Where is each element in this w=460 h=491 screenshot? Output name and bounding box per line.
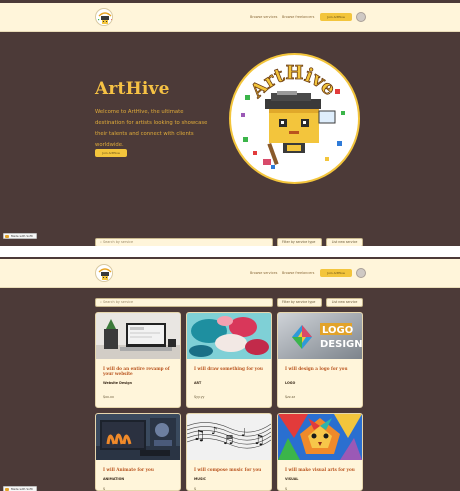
service-type-filter[interactable]: Filter by service type xyxy=(277,298,322,307)
service-card[interactable]: ♫ ♪ ♬ ♩ ♫ I will compose music for you M… xyxy=(186,413,272,491)
svg-text:♬: ♬ xyxy=(223,433,234,447)
nav-link-services[interactable]: Browse services xyxy=(250,271,277,275)
service-card[interactable]: I will do an entire revamp of your websi… xyxy=(95,312,181,408)
service-image: LOGO DESIGN xyxy=(278,313,362,359)
service-type-filter[interactable]: Filter by service type xyxy=(277,238,322,246)
service-category: ART xyxy=(194,381,202,385)
search-placeholder: Search by service xyxy=(102,300,134,304)
service-price: $yy.yy xyxy=(194,395,205,399)
service-title: I will make visual arts for you xyxy=(285,467,355,472)
arthive-logo[interactable] xyxy=(95,8,113,26)
arthive-logo[interactable] xyxy=(95,264,113,282)
service-card[interactable]: LOGO DESIGN I will design a logo for you… xyxy=(277,312,363,408)
join-arthive-button[interactable]: Join ArtHive xyxy=(320,269,352,277)
service-category: MUSIC xyxy=(194,477,206,481)
service-category: ANIMATION xyxy=(103,477,125,481)
search-input[interactable]: ⌕ Search by service xyxy=(95,298,273,307)
services-list-screen: Browse services Browse freelancers Join … xyxy=(0,257,460,491)
service-category: LOGO xyxy=(285,381,296,385)
svg-text:LOGO: LOGO xyxy=(322,325,353,336)
svg-text:♩: ♩ xyxy=(241,426,246,439)
join-arthive-button[interactable]: Join ArtHive xyxy=(320,13,352,21)
filter-bar: ⌕ Search by service Filter by service ty… xyxy=(95,298,363,307)
top-navbar: Browse services Browse freelancers Join … xyxy=(0,259,460,288)
svg-text:♫: ♫ xyxy=(193,428,206,444)
service-title: I will do an entire revamp of your websi… xyxy=(103,366,170,377)
hero-description: Welcome to ArtHive, the ultimate destina… xyxy=(95,109,208,148)
service-card[interactable]: I will draw something for you ART $yy.yy xyxy=(186,312,272,408)
search-input[interactable]: ⌕ Search by service xyxy=(95,238,273,246)
user-avatar-icon[interactable] xyxy=(356,268,366,278)
service-price: $ xyxy=(194,487,197,491)
svg-text:♪: ♪ xyxy=(211,426,217,437)
service-price: $xx.xx xyxy=(103,395,114,399)
service-image xyxy=(96,313,180,359)
made-with-softr-badge[interactable]: Made with Softr xyxy=(3,486,37,491)
service-title: I will draw something for you xyxy=(194,366,263,371)
user-avatar-icon[interactable] xyxy=(356,12,366,22)
service-category: VISUAL xyxy=(285,477,299,481)
made-with-label: Made with Softr xyxy=(11,487,34,491)
hero-title: ArtHive xyxy=(95,79,170,99)
nav-link-services[interactable]: Browse services xyxy=(250,15,277,19)
made-with-label: Made with Softr xyxy=(11,234,34,238)
service-title: I will design a logo for you xyxy=(285,366,348,371)
service-image xyxy=(187,313,271,359)
service-title: I will Animate for you xyxy=(103,467,154,472)
service-image xyxy=(96,414,180,460)
filter-bar: ⌕ Search by service Filter by service ty… xyxy=(95,238,363,246)
service-card[interactable]: I will Animate for you ANIMATION $ xyxy=(95,413,181,491)
hero-join-button[interactable]: Join ArtHive xyxy=(95,149,127,157)
service-image xyxy=(278,414,362,460)
svg-text:DESIGN: DESIGN xyxy=(320,339,362,350)
service-category: Website Design xyxy=(103,381,132,385)
svg-text:♫: ♫ xyxy=(253,433,265,448)
search-placeholder: Search by service xyxy=(102,240,134,244)
hero-section-screen: Browse services Browse freelancers Join … xyxy=(0,0,460,246)
nav-link-freelancers[interactable]: Browse freelancers xyxy=(282,15,314,19)
service-image: ♫ ♪ ♬ ♩ ♫ xyxy=(187,414,271,460)
made-with-softr-badge[interactable]: Made with Softr xyxy=(3,233,37,239)
service-price: $ xyxy=(285,487,288,491)
nav-link-freelancers[interactable]: Browse freelancers xyxy=(282,271,314,275)
softr-logo-icon xyxy=(5,235,9,238)
service-card[interactable]: I will make visual arts for you VISUAL $ xyxy=(277,413,363,491)
service-price: $ xyxy=(103,487,106,491)
service-title: I will compose music for you xyxy=(194,467,262,472)
hero-logo-image: ArtHive xyxy=(229,53,360,184)
list-new-service-button[interactable]: List new service xyxy=(326,298,363,307)
service-price: $zz.zz xyxy=(285,395,296,399)
list-new-service-button[interactable]: List new service xyxy=(326,238,363,246)
top-navbar: Browse services Browse freelancers Join … xyxy=(0,3,460,32)
